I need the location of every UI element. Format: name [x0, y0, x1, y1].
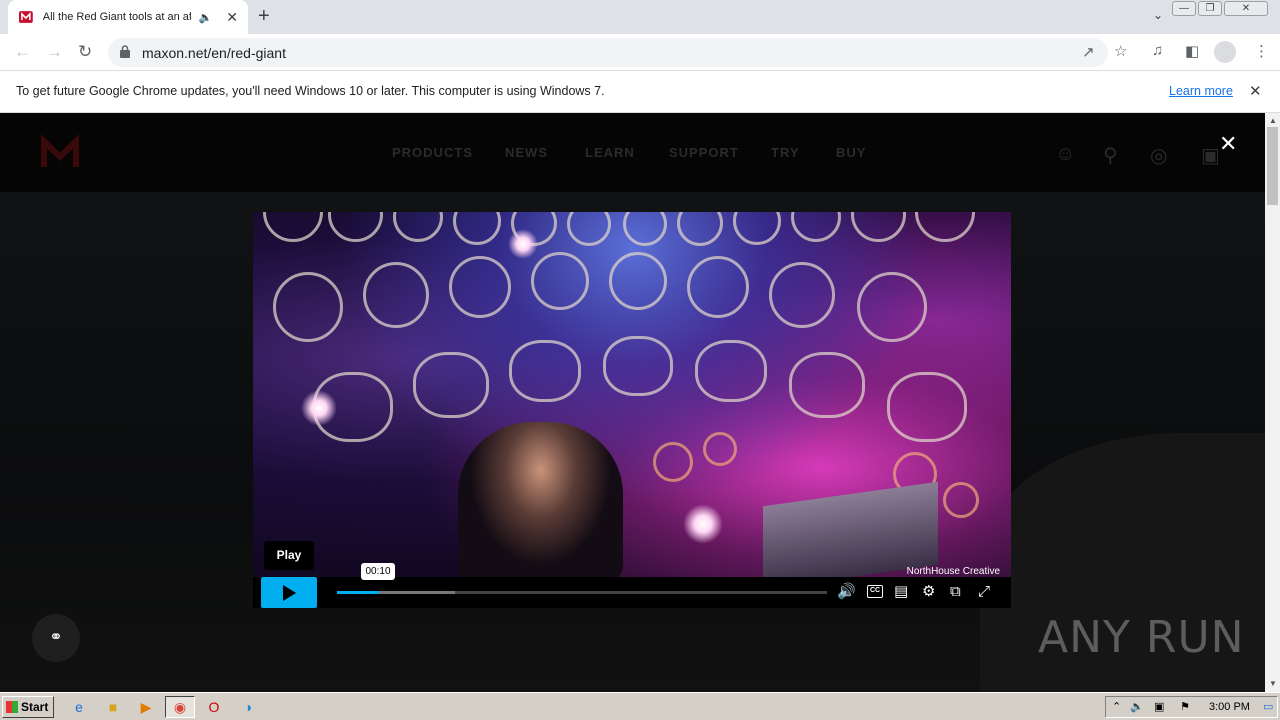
- reload-icon[interactable]: ↻: [78, 42, 92, 62]
- page-scrollbar[interactable]: ▲ ▼: [1265, 113, 1280, 692]
- tray-expand-icon[interactable]: ⌃: [1112, 700, 1121, 713]
- search-icon[interactable]: ⚲: [1103, 143, 1118, 168]
- show-desktop-icon[interactable]: ▭: [1263, 700, 1273, 713]
- back-icon[interactable]: ←: [14, 42, 31, 62]
- edge-icon[interactable]: ◑: [239, 698, 257, 716]
- video-player[interactable]: NorthHouse Creative 🔊 CC ▤ ⚙ ⧉ ⤢: [253, 212, 1011, 608]
- time-tooltip: 00:10: [361, 563, 395, 580]
- restore-icon[interactable]: ❐: [1198, 1, 1222, 16]
- forward-icon[interactable]: →: [46, 42, 63, 62]
- explorer-folder-icon[interactable]: ■: [104, 698, 122, 716]
- media-control-icon[interactable]: ♫: [1152, 42, 1163, 59]
- infobar-message: To get future Google Chrome updates, you…: [16, 84, 605, 98]
- modal-close-icon[interactable]: ✕: [1219, 133, 1237, 155]
- start-button[interactable]: Start: [2, 696, 54, 718]
- video-frame[interactable]: NorthHouse Creative: [253, 212, 1011, 590]
- tab-strip: All the Red Giant tools at an aff 🔈 ✕ + …: [0, 0, 1280, 34]
- windows-taskbar: Start e ■ ▶ ◉ O ◑ ⌃ 🔈 ▣ ⚑ 3:00 PM ▭: [0, 692, 1280, 720]
- tab-title: All the Red Giant tools at an aff: [42, 11, 191, 23]
- scroll-down-icon[interactable]: ▼: [1269, 679, 1277, 688]
- globe-icon[interactable]: ◎: [1150, 143, 1167, 168]
- scroll-up-icon[interactable]: ▲: [1269, 116, 1277, 125]
- singer-figure: [458, 422, 623, 582]
- play-icon: [283, 585, 296, 601]
- transcript-icon[interactable]: ▤: [894, 583, 908, 601]
- media-player-icon[interactable]: ▶: [137, 698, 155, 716]
- maxon-favicon-icon: [18, 11, 33, 23]
- progress-played: [337, 591, 379, 594]
- nav-try[interactable]: TRY: [771, 145, 836, 160]
- cart-icon[interactable]: ▣: [1201, 143, 1220, 168]
- lock-icon[interactable]: [120, 45, 130, 58]
- ie-icon[interactable]: e: [70, 698, 88, 716]
- browser-toolbar: ← → ↻ maxon.net/en/red-giant ↗ ☆ ♫ ◧ ⋮: [0, 34, 1280, 71]
- play-tooltip: Play: [264, 541, 314, 570]
- windows-flag-icon: [6, 701, 18, 713]
- menu-kebab-icon[interactable]: ⋮: [1254, 42, 1269, 60]
- chat-widget-icon[interactable]: ⚭: [32, 614, 80, 662]
- site-header: PRODUCTS NEWS LEARN SUPPORT TRY BUY ☺ ⚲ …: [0, 113, 1265, 192]
- maxon-logo-icon[interactable]: [40, 135, 80, 171]
- new-tab-icon[interactable]: +: [258, 6, 270, 26]
- window-close-icon[interactable]: ✕: [1224, 1, 1268, 16]
- fullscreen-icon[interactable]: ⤢: [978, 583, 990, 601]
- nav-buy[interactable]: BUY: [836, 145, 866, 160]
- start-label: Start: [21, 700, 49, 714]
- main-nav: PRODUCTS NEWS LEARN SUPPORT TRY BUY: [392, 145, 866, 160]
- account-icon[interactable]: ☺: [1055, 143, 1075, 166]
- nav-news[interactable]: NEWS: [505, 145, 585, 160]
- address-bar[interactable]: maxon.net/en/red-giant ↗: [108, 38, 1108, 67]
- nav-learn[interactable]: LEARN: [585, 145, 669, 160]
- share-icon[interactable]: ↗: [1082, 43, 1095, 61]
- minimize-icon[interactable]: —: [1172, 1, 1196, 16]
- video-watermark: NorthHouse Creative: [906, 566, 1000, 577]
- bookmark-star-icon[interactable]: ☆: [1114, 42, 1127, 60]
- volume-icon[interactable]: 🔊: [837, 583, 856, 601]
- infobar-close-icon[interactable]: ✕: [1249, 82, 1262, 100]
- captions-icon[interactable]: CC: [867, 585, 883, 598]
- nav-products[interactable]: PRODUCTS: [392, 145, 505, 160]
- tray-network-icon[interactable]: ▣: [1154, 700, 1164, 713]
- scroll-thumb[interactable]: [1267, 127, 1278, 205]
- tray-volume-icon[interactable]: 🔈: [1130, 700, 1144, 713]
- window-controls: — ❐ ✕: [1172, 1, 1268, 16]
- opera-icon[interactable]: O: [205, 698, 223, 716]
- url-text[interactable]: maxon.net/en/red-giant: [142, 45, 286, 61]
- profile-avatar-icon[interactable]: [1214, 41, 1236, 63]
- nav-support[interactable]: SUPPORT: [669, 145, 771, 160]
- tray-flag-icon[interactable]: ⚑: [1180, 700, 1190, 713]
- anyrun-watermark-logo: ANY RUN: [1038, 612, 1245, 663]
- browser-tab[interactable]: All the Red Giant tools at an aff 🔈 ✕: [8, 0, 248, 34]
- tab-search-chevron-icon[interactable]: ⌄: [1153, 8, 1163, 22]
- audio-playing-icon[interactable]: 🔈: [199, 11, 213, 24]
- system-tray: ⌃ 🔈 ▣ ⚑ 3:00 PM ▭: [1105, 696, 1278, 718]
- play-button[interactable]: [261, 577, 317, 608]
- side-panel-icon[interactable]: ◧: [1185, 42, 1199, 60]
- learn-more-link[interactable]: Learn more: [1169, 84, 1233, 98]
- update-infobar: To get future Google Chrome updates, you…: [0, 71, 1280, 113]
- chrome-taskbar-icon[interactable]: ◉: [165, 696, 195, 718]
- video-controls: 🔊 CC ▤ ⚙ ⧉ ⤢: [253, 577, 1011, 608]
- settings-gear-icon[interactable]: ⚙: [922, 583, 935, 601]
- picture-in-picture-icon[interactable]: ⧉: [950, 583, 961, 601]
- progress-bar[interactable]: [337, 591, 827, 594]
- clock[interactable]: 3:00 PM: [1209, 701, 1250, 713]
- tab-close-icon[interactable]: ✕: [226, 10, 238, 24]
